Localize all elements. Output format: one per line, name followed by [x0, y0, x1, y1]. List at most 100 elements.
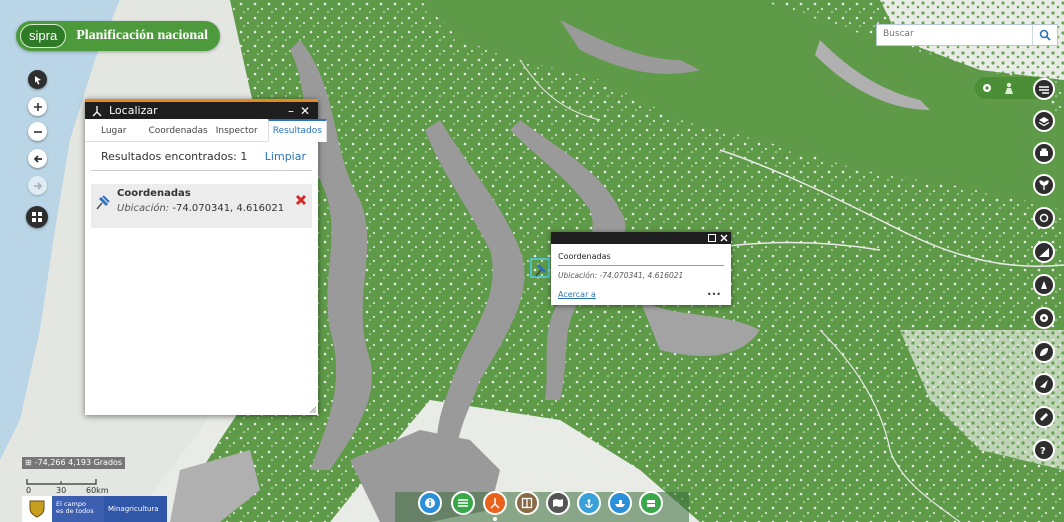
back-button[interactable] — [28, 149, 47, 168]
scale-label-0: 0 — [26, 486, 32, 495]
forward-icon — [33, 181, 42, 190]
map-popup: Coordenadas Ubicación: -74.070341, 4.616… — [551, 232, 731, 305]
anchor-button[interactable] — [577, 491, 601, 515]
resize-handle-icon[interactable] — [310, 407, 316, 413]
pushpin-icon — [96, 195, 110, 210]
compass-button[interactable] — [1033, 373, 1055, 395]
zoom-out-button[interactable] — [28, 122, 47, 141]
close-icon[interactable] — [720, 234, 728, 242]
globe-icon — [1040, 314, 1048, 322]
results-header: Resultados encontrados: 1 Limpiar — [85, 142, 318, 170]
divider — [91, 170, 312, 171]
close-button[interactable]: ✕ — [298, 104, 312, 118]
search-button[interactable] — [1032, 25, 1057, 45]
ship-button[interactable] — [608, 491, 632, 515]
help-button[interactable]: ? — [1033, 439, 1055, 461]
search-box — [876, 24, 1058, 46]
scale-bar: 0 30 60km — [26, 478, 109, 496]
forward-button[interactable] — [28, 176, 47, 195]
result-location-value: -74.070341, 4.616021 — [172, 203, 285, 214]
compare-icon — [521, 497, 533, 509]
tab-lugar[interactable]: Lugar — [85, 121, 143, 141]
tab-inspector[interactable]: Inspector — [212, 121, 264, 141]
campo-logo: El campo es de todos — [52, 496, 104, 522]
globe-button[interactable] — [1033, 307, 1055, 329]
app-title: Planificación nacional — [76, 28, 209, 43]
layers-list-icon — [1039, 86, 1049, 94]
pointer-icon — [34, 75, 41, 84]
person-icon — [1005, 82, 1013, 94]
compass-icon — [1040, 380, 1048, 388]
plant-button[interactable] — [1033, 174, 1055, 196]
colombia-seal-logo — [22, 496, 52, 522]
coordinate-toggle-icon[interactable]: ⊞ — [25, 457, 32, 469]
search-location-icon — [1039, 213, 1049, 223]
delete-result-button[interactable] — [290, 188, 312, 206]
clear-results-link[interactable]: Limpiar — [265, 150, 306, 163]
chart-icon — [1039, 248, 1049, 257]
pointer-button[interactable] — [28, 70, 47, 89]
result-title: Coordenadas — [117, 188, 191, 199]
compare-button[interactable] — [515, 491, 539, 515]
campo-line-2: es de todos — [56, 507, 94, 515]
shield-icon — [29, 500, 45, 518]
scale-label-30: 30 — [56, 486, 67, 495]
info-icon — [425, 498, 435, 508]
popup-footer: Acercar a ••• — [558, 290, 721, 299]
print-button[interactable] — [1033, 142, 1055, 164]
delete-icon — [295, 194, 307, 206]
ship-icon — [615, 500, 625, 507]
minimize-button[interactable]: – — [284, 104, 298, 118]
result-text: Coordenadas Ubicación: -74.070341, 4.616… — [117, 188, 290, 214]
panel-title: Localizar — [109, 104, 158, 117]
zoom-out-icon — [33, 130, 42, 133]
map-button[interactable] — [546, 491, 570, 515]
maximize-icon[interactable] — [708, 234, 716, 242]
leaf-button[interactable] — [1033, 341, 1055, 363]
crop-icon — [1041, 281, 1047, 289]
zoom-to-link[interactable]: Acercar a — [558, 290, 596, 299]
chart-button[interactable] — [1033, 241, 1055, 263]
stack-button[interactable] — [639, 491, 663, 515]
plant-icon — [1039, 180, 1049, 190]
scale-line — [26, 479, 97, 485]
popup-title: Coordenadas — [558, 252, 611, 261]
measure-button[interactable] — [1033, 406, 1055, 428]
locate-button[interactable] — [483, 491, 507, 515]
tab-resultados[interactable]: Resultados — [267, 119, 327, 142]
results-count: Resultados encontrados: 1 — [101, 149, 248, 163]
help-icon: ? — [1040, 446, 1046, 456]
search-input[interactable] — [877, 25, 1032, 43]
result-item[interactable]: Coordenadas Ubicación: -74.070341, 4.616… — [91, 184, 312, 228]
layers-icon — [1038, 117, 1050, 127]
brand-bar: sipra Planificación nacional — [16, 21, 221, 51]
result-pin — [91, 188, 117, 213]
person-tool-button[interactable] — [1001, 80, 1017, 96]
list-button[interactable] — [451, 491, 475, 515]
search-location-button[interactable] — [1033, 207, 1055, 229]
info-button[interactable] — [418, 491, 442, 515]
basemap-gallery-button[interactable] — [26, 206, 48, 228]
scale-label-60: 60km — [86, 486, 109, 495]
leaf-icon — [1040, 348, 1048, 356]
coordinate-display: ⊞ -74,266 4,193 Grados — [22, 457, 126, 469]
popup-header — [551, 232, 731, 244]
sipra-logo: sipra — [20, 24, 67, 48]
coordinate-text: -74,266 4,193 Grados — [34, 458, 123, 467]
more-options-button[interactable]: ••• — [707, 290, 721, 299]
gear-tool-button[interactable] — [979, 80, 995, 96]
crop-button[interactable] — [1033, 274, 1055, 296]
layer-list-button[interactable] — [1033, 78, 1055, 100]
panel-tabs: Lugar Coordenadas Inspector Resultados — [85, 119, 327, 142]
layers-button[interactable] — [1033, 110, 1055, 132]
stack-icon — [647, 500, 655, 507]
zoom-in-button[interactable] — [28, 97, 47, 116]
measure-icon — [1040, 413, 1048, 421]
map-icon — [553, 499, 563, 507]
result-location: Ubicación: -74.070341, 4.616021 — [117, 203, 290, 214]
print-icon — [1040, 148, 1048, 156]
locate-icon — [92, 105, 102, 116]
panel-header[interactable]: Localizar – ✕ — [85, 102, 318, 119]
search-icon — [1039, 29, 1051, 41]
tab-coordenadas[interactable]: Coordenadas — [143, 121, 212, 141]
